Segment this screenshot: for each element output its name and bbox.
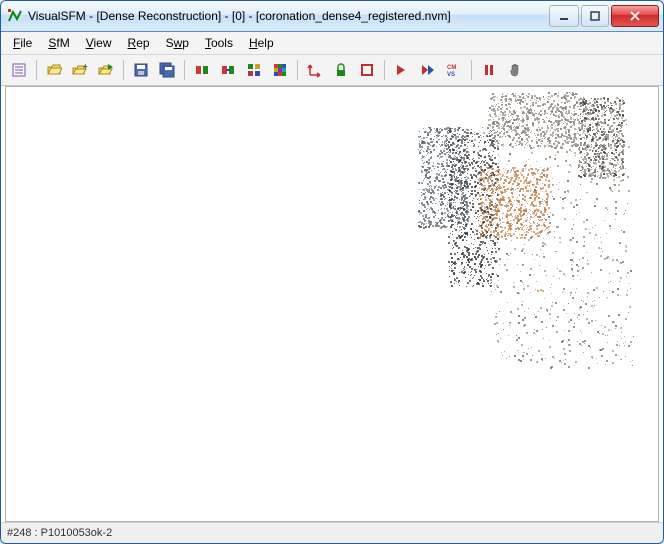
- new-project-button[interactable]: [7, 58, 31, 82]
- axis-button[interactable]: [303, 58, 327, 82]
- menu-tools[interactable]: Tools: [197, 32, 241, 54]
- toolbar: + CMVS: [1, 55, 663, 86]
- viewport-3d[interactable]: [5, 86, 659, 522]
- toolbar-separator: [123, 60, 124, 80]
- hand-button[interactable]: [503, 58, 527, 82]
- titlebar[interactable]: VisualSFM - [Dense Reconstruction] - [0]…: [1, 1, 663, 32]
- open-add-button[interactable]: [94, 58, 118, 82]
- compute-missing-match-button[interactable]: [216, 58, 240, 82]
- svg-text:VS: VS: [447, 72, 455, 78]
- app-window: VisualSFM - [Dense Reconstruction] - [0]…: [0, 0, 664, 544]
- status-text: #248 : P1010053ok-2: [7, 527, 112, 539]
- reconstruct-sparse-button[interactable]: [242, 58, 266, 82]
- bounding-box-button[interactable]: [355, 58, 379, 82]
- next-pair-button[interactable]: [416, 58, 440, 82]
- menu-view[interactable]: View: [78, 32, 120, 54]
- lock-button[interactable]: [329, 58, 353, 82]
- toolbar-separator: [384, 60, 385, 80]
- open-images-button[interactable]: [42, 58, 66, 82]
- svg-text:+: +: [83, 62, 88, 71]
- save-all-button[interactable]: [155, 58, 179, 82]
- window-controls: [549, 5, 659, 27]
- open-multi-button[interactable]: +: [68, 58, 92, 82]
- close-button[interactable]: [611, 5, 659, 27]
- toolbar-separator: [471, 60, 472, 80]
- window-title: VisualSFM - [Dense Reconstruction] - [0]…: [28, 9, 549, 23]
- menubar: File SfM View Rep Swp Tools Help: [1, 32, 663, 55]
- next-button[interactable]: [390, 58, 414, 82]
- maximize-button[interactable]: [581, 5, 609, 27]
- toolbar-separator: [36, 60, 37, 80]
- compute-match-button[interactable]: [190, 58, 214, 82]
- reconstruct-dense-button[interactable]: [268, 58, 292, 82]
- minimize-button[interactable]: [549, 5, 579, 27]
- menu-help[interactable]: Help: [241, 32, 282, 54]
- save-button[interactable]: [129, 58, 153, 82]
- svg-text:CM: CM: [447, 65, 456, 71]
- menu-sfm[interactable]: SfM: [40, 32, 77, 54]
- menu-rep[interactable]: Rep: [120, 32, 158, 54]
- app-icon: [7, 8, 23, 24]
- toolbar-separator: [297, 60, 298, 80]
- point-cloud: [348, 87, 648, 407]
- menu-swp[interactable]: Swp: [158, 32, 197, 54]
- cmvs-button[interactable]: CMVS: [442, 58, 466, 82]
- pause-button[interactable]: [477, 58, 501, 82]
- menu-file[interactable]: File: [5, 32, 40, 54]
- toolbar-separator: [184, 60, 185, 80]
- statusbar: #248 : P1010053ok-2: [1, 522, 663, 543]
